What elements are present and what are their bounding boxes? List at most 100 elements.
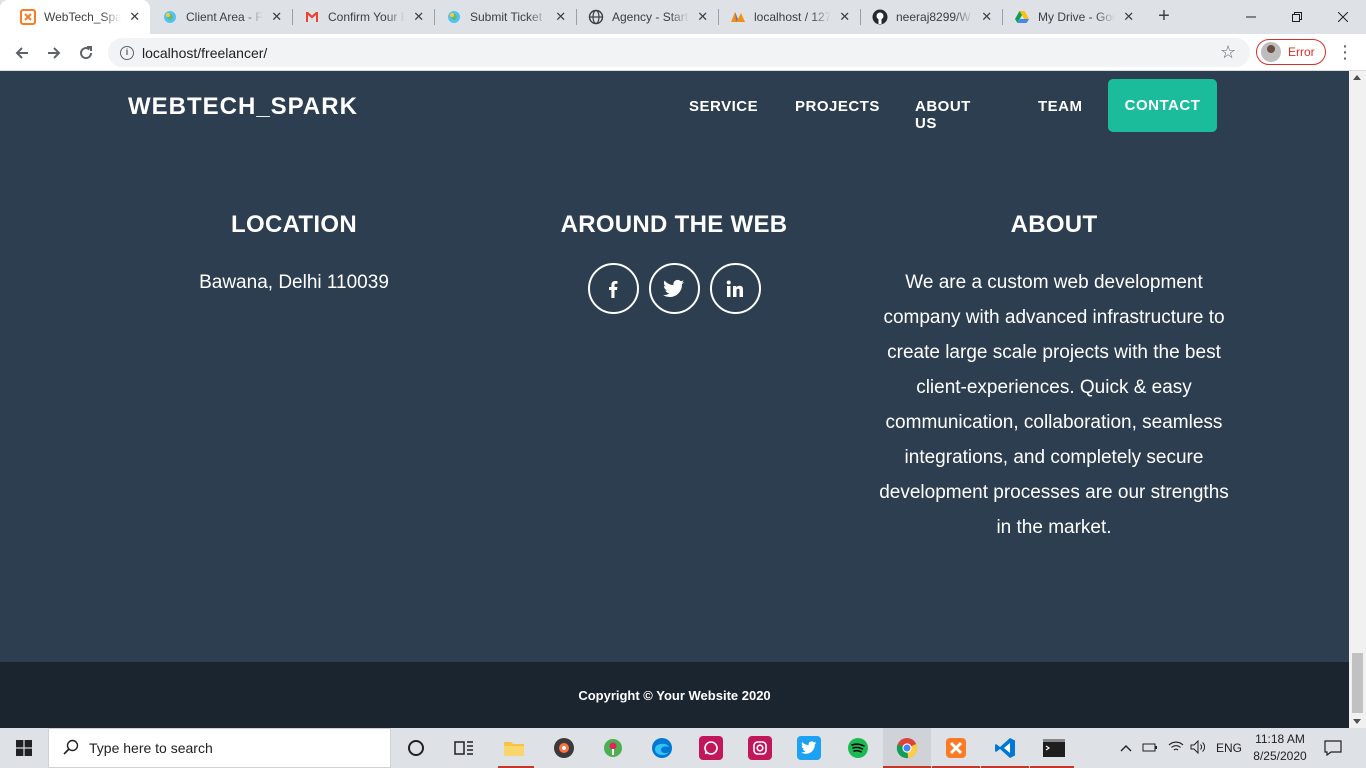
footer-around-the-web: AROUND THE WEB <box>494 211 854 314</box>
page-scrollbar[interactable] <box>1349 71 1366 728</box>
tab-title: My Drive - Goo <box>1038 10 1116 24</box>
page-content: WEBTECH_SPARK SERVICE PROJECTS ABOUT US … <box>0 71 1349 728</box>
reload-button[interactable] <box>72 39 100 67</box>
clock-date: 8/25/2020 <box>1253 749 1307 763</box>
support-icon <box>446 9 462 25</box>
url-text: localhost/freelancer/ <box>142 44 268 61</box>
reload-icon <box>80 46 93 60</box>
nav-about[interactable]: ABOUT US <box>915 98 971 132</box>
start-button[interactable] <box>0 728 48 768</box>
taskbar-search[interactable]: Type here to search <box>48 728 391 768</box>
back-button[interactable] <box>8 39 36 67</box>
browser-toolbar: i localhost/freelancer/ ☆ Error ⋮ <box>0 34 1366 71</box>
close-tab-icon[interactable]: ✕ <box>979 9 994 25</box>
gmail-icon <box>304 9 320 25</box>
whatsapp-icon[interactable] <box>699 736 723 760</box>
footer-location: LOCATION Bawana, Delhi 110039 <box>114 211 474 300</box>
instagram-icon[interactable] <box>748 736 772 760</box>
globe-icon <box>588 9 604 25</box>
facebook-icon <box>609 280 618 298</box>
chrome-icon[interactable] <box>895 736 919 760</box>
browser-tab[interactable]: localhost / 127 ✕ <box>710 0 860 34</box>
client-area-icon <box>162 9 178 25</box>
forward-arrow-icon <box>48 47 61 59</box>
avatar <box>1261 42 1281 62</box>
browser-tab[interactable]: WebTech_Spark ✕ <box>0 0 150 34</box>
linkedin-link[interactable] <box>709 263 761 314</box>
profile-button[interactable]: Error <box>1256 39 1326 65</box>
back-arrow-icon <box>15 47 28 59</box>
spotify-icon[interactable] <box>846 736 870 760</box>
browser-tab[interactable]: Confirm Your R ✕ <box>284 0 434 34</box>
location-title: LOCATION <box>231 211 357 238</box>
browser-tab[interactable]: neeraj8299/W ✕ <box>852 0 1002 34</box>
profile-status: Error <box>1288 45 1315 59</box>
vscode-icon[interactable] <box>993 736 1017 760</box>
close-tab-icon[interactable]: ✕ <box>553 9 568 25</box>
social-links <box>494 263 854 314</box>
close-tab-icon[interactable]: ✕ <box>411 9 426 25</box>
close-tab-icon[interactable]: ✕ <box>837 9 852 25</box>
address-bar[interactable]: i localhost/freelancer/ <box>108 38 1250 67</box>
clock-time: 11:18 AM <box>1255 732 1305 746</box>
nav-team[interactable]: TEAM <box>1038 98 1083 115</box>
edge-icon[interactable] <box>650 736 674 760</box>
browser-tab-strip: WebTech_Spark ✕ Client Area - Fr ✕ Confi… <box>0 0 1366 34</box>
cortana-icon[interactable] <box>404 736 428 760</box>
close-window-button[interactable] <box>1320 0 1366 34</box>
tab-title: WebTech_Spark <box>44 10 122 24</box>
nav-contact-button[interactable]: CONTACT <box>1108 79 1217 132</box>
windows-taskbar: Type here to search ENG 11:18 AM 8/25/20… <box>0 728 1366 768</box>
site-brand[interactable]: WEBTECH_SPARK <box>128 93 358 121</box>
tab-title: Agency - Start <box>612 10 689 24</box>
tab-title: Submit Ticket <box>470 10 543 24</box>
browser-tab[interactable]: Submit Ticket ✕ <box>426 0 576 34</box>
windows-icon <box>16 740 32 756</box>
task-view-icon[interactable] <box>452 736 476 760</box>
bookmark-star-icon[interactable]: ☆ <box>1220 43 1236 61</box>
file-explorer-icon[interactable] <box>502 736 526 760</box>
twitter-link[interactable] <box>648 263 700 314</box>
minimize-button[interactable] <box>1228 0 1274 34</box>
close-tab-icon[interactable]: ✕ <box>1121 9 1136 25</box>
search-placeholder: Type here to search <box>89 740 213 756</box>
notification-center-icon[interactable] <box>1324 728 1342 768</box>
terminal-icon[interactable] <box>1042 736 1066 760</box>
nav-service[interactable]: SERVICE <box>689 98 758 115</box>
nav-projects[interactable]: PROJECTS <box>795 98 880 115</box>
close-tab-icon[interactable]: ✕ <box>127 9 142 25</box>
browser-tab[interactable]: My Drive - Goo ✕ <box>994 0 1144 34</box>
xampp-taskbar-icon[interactable] <box>944 736 968 760</box>
close-tab-icon[interactable]: ✕ <box>695 9 710 25</box>
site-info-icon[interactable]: i <box>120 45 134 60</box>
forward-button[interactable] <box>40 39 68 67</box>
xampp-icon <box>20 9 36 25</box>
location-text: Bawana, Delhi 110039 <box>199 272 389 293</box>
volume-icon[interactable] <box>1190 739 1206 757</box>
menu-icon[interactable]: ⋮ <box>1336 43 1354 61</box>
github-icon <box>872 9 888 25</box>
scroll-up-icon[interactable] <box>1353 75 1361 80</box>
twitter-app-icon[interactable] <box>797 736 821 760</box>
new-tab-button[interactable]: + <box>1152 5 1176 29</box>
language-indicator[interactable]: ENG <box>1216 741 1242 755</box>
tab-title: neeraj8299/W <box>896 10 971 24</box>
close-tab-icon[interactable]: ✕ <box>269 9 284 25</box>
music-app-icon[interactable] <box>552 736 576 760</box>
tab-title: Confirm Your R <box>328 10 406 24</box>
scroll-down-icon[interactable] <box>1353 719 1361 724</box>
wifi-icon[interactable] <box>1168 741 1184 756</box>
scroll-thumb[interactable] <box>1352 653 1363 713</box>
copyright-bar: Copyright © Your Website 2020 <box>0 662 1349 728</box>
chevron-up-icon[interactable] <box>1120 741 1132 755</box>
app-icon[interactable] <box>601 736 625 760</box>
about-text: We are a custom web development company … <box>879 272 1229 538</box>
browser-tab[interactable]: Agency - Start ✕ <box>568 0 718 34</box>
battery-icon[interactable] <box>1142 741 1158 756</box>
system-clock[interactable]: 11:18 AM 8/25/2020 <box>1250 731 1310 765</box>
about-title: ABOUT <box>1010 211 1098 238</box>
browser-tab[interactable]: Client Area - Fr ✕ <box>142 0 292 34</box>
twitter-icon <box>663 279 685 297</box>
facebook-link[interactable] <box>587 263 639 314</box>
restore-button[interactable] <box>1274 0 1320 34</box>
